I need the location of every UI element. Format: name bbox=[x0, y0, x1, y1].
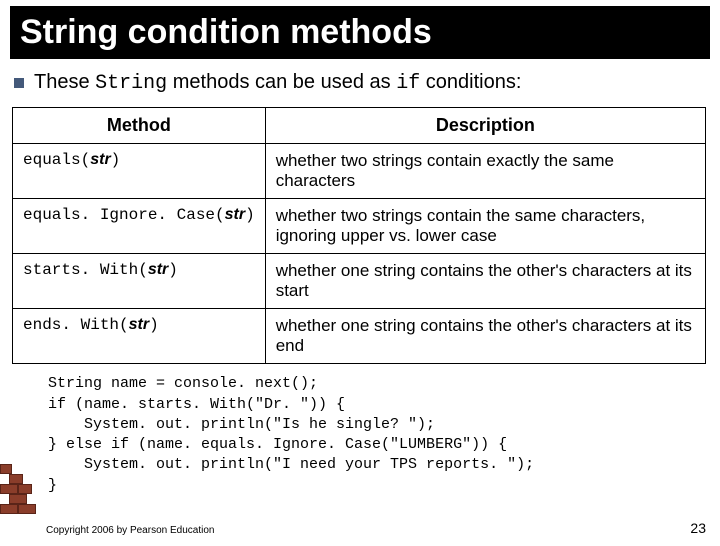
code-example: String name = console. next(); if (name.… bbox=[48, 374, 720, 496]
intro-code-if: if bbox=[396, 72, 420, 95]
method-suffix: ) bbox=[149, 316, 159, 334]
method-param: str bbox=[90, 151, 110, 168]
slide-title: String condition methods bbox=[10, 6, 710, 59]
method-param: str bbox=[225, 206, 245, 223]
bullet-icon bbox=[14, 78, 24, 88]
intro-prefix: These bbox=[34, 71, 95, 93]
description-cell: whether two strings contain the same cha… bbox=[265, 199, 705, 254]
method-prefix: equals( bbox=[23, 151, 90, 169]
copyright-footer: Copyright 2006 by Pearson Education bbox=[46, 525, 214, 536]
intro-suffix: conditions: bbox=[420, 71, 521, 93]
method-suffix: ) bbox=[168, 261, 178, 279]
method-param: str bbox=[129, 316, 149, 333]
description-cell: whether one string contains the other's … bbox=[265, 254, 705, 309]
method-cell: ends. With(str) bbox=[13, 309, 266, 364]
table-header-row: Method Description bbox=[13, 108, 706, 144]
table-row: equals. Ignore. Case(str) whether two st… bbox=[13, 199, 706, 254]
method-cell: starts. With(str) bbox=[13, 254, 266, 309]
brick-decoration bbox=[0, 464, 36, 514]
intro-mid: methods can be used as bbox=[167, 71, 396, 93]
intro-line: These String methods can be used as if c… bbox=[14, 69, 706, 97]
header-description: Description bbox=[265, 108, 705, 144]
description-cell: whether two strings contain exactly the … bbox=[265, 144, 705, 199]
description-cell: whether one string contains the other's … bbox=[265, 309, 705, 364]
method-cell: equals(str) bbox=[13, 144, 266, 199]
method-prefix: starts. With( bbox=[23, 261, 148, 279]
method-suffix: ) bbox=[245, 206, 255, 224]
intro-code-string: String bbox=[95, 72, 167, 95]
method-cell: equals. Ignore. Case(str) bbox=[13, 199, 266, 254]
intro-text: These String methods can be used as if c… bbox=[34, 69, 521, 97]
table-row: starts. With(str) whether one string con… bbox=[13, 254, 706, 309]
page-number: 23 bbox=[690, 520, 706, 536]
method-param: str bbox=[148, 261, 168, 278]
header-method: Method bbox=[13, 108, 266, 144]
table-row: ends. With(str) whether one string conta… bbox=[13, 309, 706, 364]
methods-table: Method Description equals(str) whether t… bbox=[12, 107, 706, 364]
method-prefix: ends. With( bbox=[23, 316, 129, 334]
method-suffix: ) bbox=[111, 151, 121, 169]
method-prefix: equals. Ignore. Case( bbox=[23, 206, 225, 224]
table-row: equals(str) whether two strings contain … bbox=[13, 144, 706, 199]
